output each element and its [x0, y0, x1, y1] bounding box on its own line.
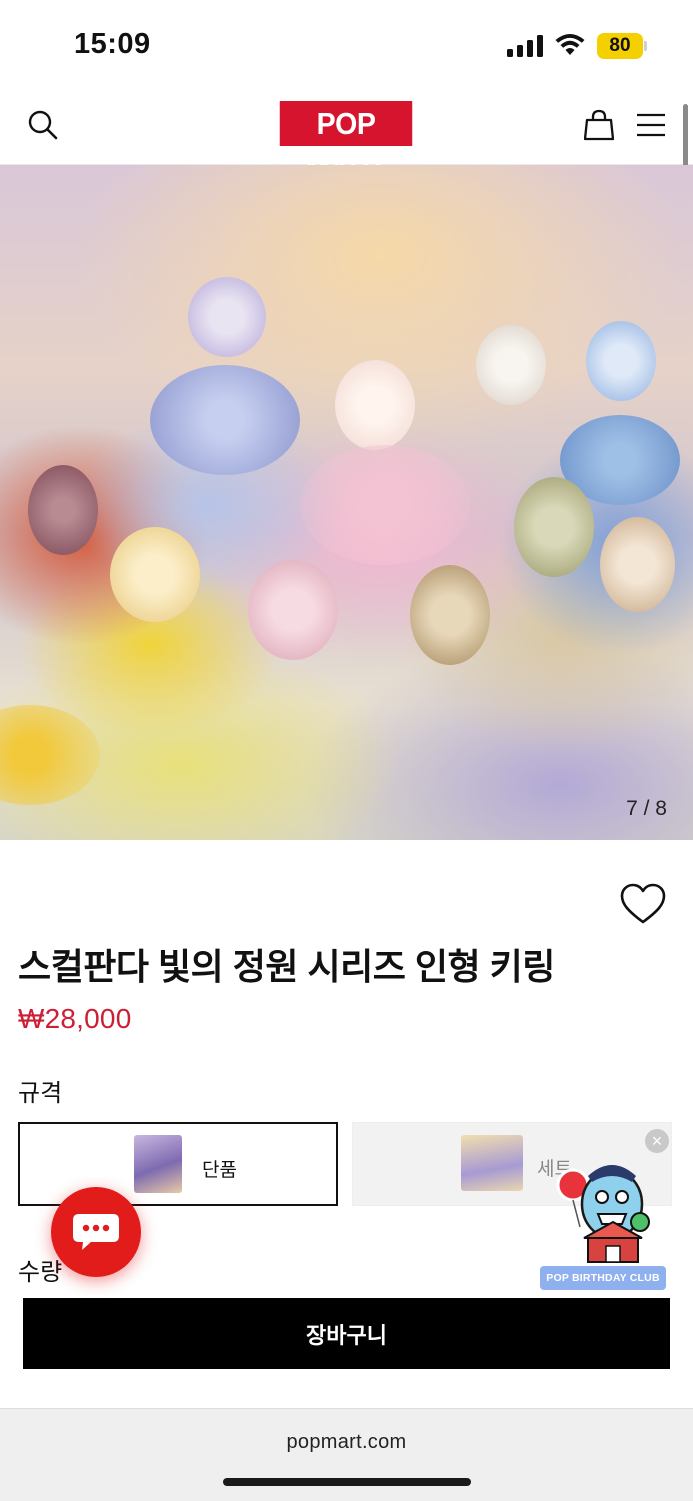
cellular-signal-icon: [507, 35, 543, 57]
wifi-icon: [555, 34, 585, 55]
option-set-thumbnail: [461, 1135, 523, 1191]
image-counter: 7 / 8: [626, 797, 667, 820]
status-bar: 15:09 80: [0, 0, 693, 90]
product-photo: [0, 165, 693, 840]
close-promo-button[interactable]: ×: [645, 1129, 669, 1153]
spec-label: 규격: [18, 1080, 63, 1107]
battery-indicator: 80: [597, 33, 643, 59]
menu-icon: [637, 113, 665, 137]
product-image-gallery[interactable]: 7 / 8: [0, 165, 693, 840]
menu-button[interactable]: [634, 106, 668, 144]
option-single-thumbnail: [134, 1135, 182, 1193]
chat-bubble-icon: [73, 1214, 119, 1250]
chat-button[interactable]: [51, 1187, 141, 1277]
monster-mascot-icon: [556, 1165, 650, 1263]
search-icon: [28, 110, 58, 140]
browser-url[interactable]: popmart.com: [0, 1431, 693, 1454]
product-title: 스컬판다 빛의 정원 시리즈 인형 키링: [18, 946, 555, 987]
wishlist-heart-icon[interactable]: [620, 883, 666, 925]
browser-bottom-bar: popmart.com: [0, 1408, 693, 1501]
promo-banner-label: POP BIRTHDAY CLUB: [540, 1266, 666, 1290]
option-single-label: 단품: [202, 1160, 237, 1181]
shopping-bag-icon: [584, 109, 614, 141]
popmart-logo[interactable]: POP MART: [279, 101, 413, 186]
quantity-label: 수량: [18, 1259, 63, 1286]
home-indicator[interactable]: [223, 1478, 471, 1486]
add-to-cart-button[interactable]: 장바구니: [23, 1298, 670, 1369]
battery-tip: [644, 41, 647, 51]
status-time: 15:09: [74, 28, 151, 60]
option-single[interactable]: 단품: [18, 1122, 338, 1206]
product-price: ₩28,000: [18, 1003, 132, 1034]
search-button[interactable]: [24, 106, 62, 144]
birthday-club-promo[interactable]: POP BIRTHDAY CLUB: [540, 1152, 666, 1290]
cart-button[interactable]: [580, 106, 618, 144]
site-header: POP MART: [0, 92, 693, 186]
